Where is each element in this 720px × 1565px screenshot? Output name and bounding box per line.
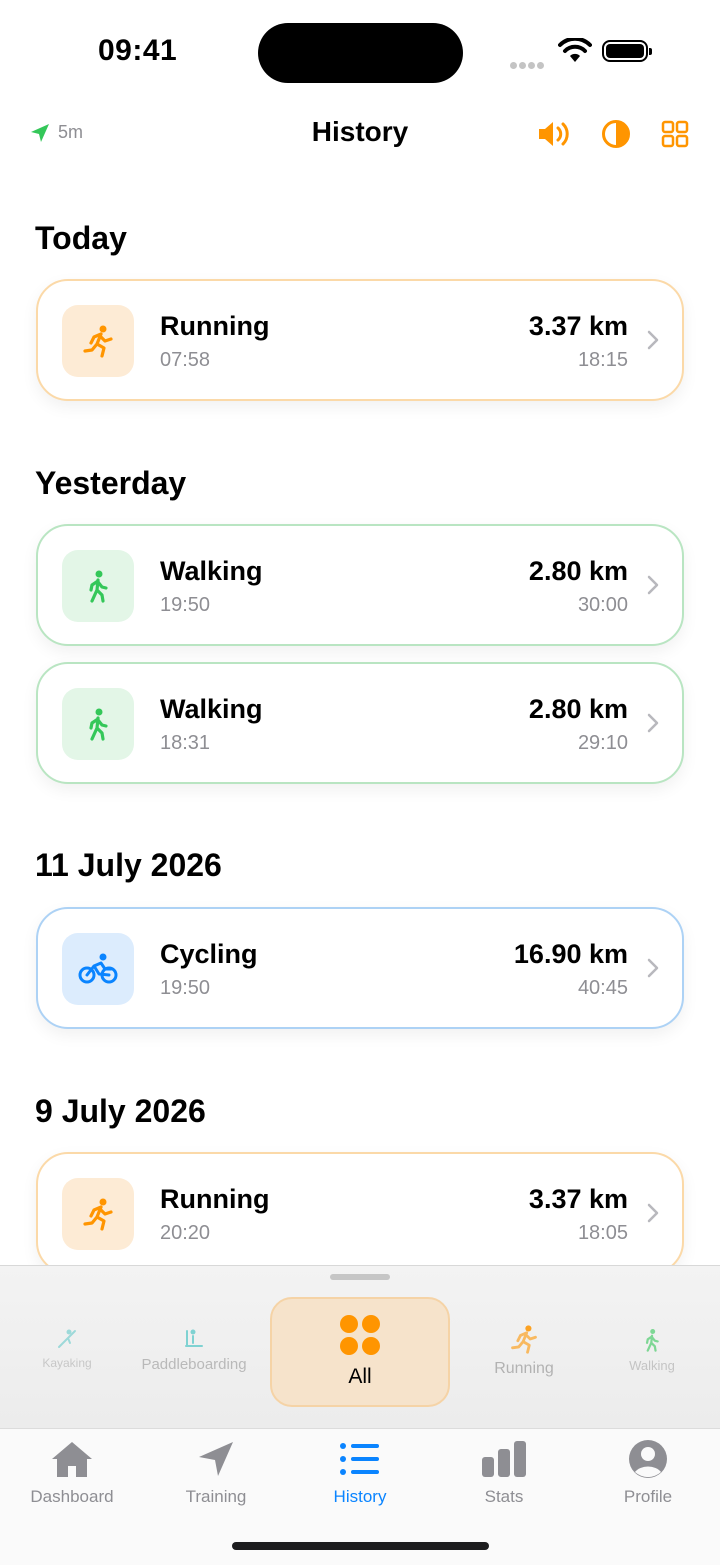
filter-label: Kayaking	[42, 1356, 92, 1370]
cellular-signal-icon	[510, 56, 546, 74]
chevron-right-icon	[647, 575, 659, 595]
activity-card[interactable]: Walking 18:31 2.80 km 29:10	[36, 662, 684, 784]
section-title: Today	[35, 220, 127, 256]
tab-label: Profile	[623, 1487, 673, 1506]
activity-name: Walking	[160, 556, 263, 586]
activity-distance: 3.37 km	[528, 311, 628, 341]
activity-duration: 18:05	[577, 1222, 628, 1244]
location-arrow-icon	[199, 1442, 233, 1476]
filter-label: Running	[494, 1360, 554, 1377]
cycling-icon	[78, 953, 118, 984]
activity-card[interactable]: Cycling 19:50 16.90 km 40:45	[36, 907, 684, 1029]
tab-label: Training	[185, 1487, 247, 1506]
activity-time: 19:50	[160, 977, 211, 999]
tab-label: History	[333, 1487, 387, 1506]
tray-grabber[interactable]	[330, 1274, 390, 1280]
bar-chart-icon	[482, 1441, 526, 1477]
activity-time: 20:20	[160, 1222, 211, 1244]
activity-duration: 18:15	[577, 349, 628, 371]
activity-name: Running	[160, 1184, 270, 1214]
activity-icon-box	[62, 1178, 134, 1250]
status-bar: 09:41	[0, 0, 720, 100]
activity-duration: 40:45	[577, 977, 628, 999]
activity-name: Running	[160, 311, 270, 341]
activity-name: Cycling	[160, 939, 258, 969]
running-icon	[83, 325, 113, 358]
kayaking-icon	[58, 1329, 76, 1348]
battery-icon	[602, 40, 652, 62]
section-title: 11 July 2026	[35, 847, 222, 883]
walking-icon	[89, 570, 108, 603]
filter-label: Paddleboarding	[141, 1356, 247, 1373]
activity-icon-box	[62, 550, 134, 622]
chevron-right-icon	[647, 958, 659, 978]
home-indicator	[232, 1542, 489, 1550]
filter-kayaking[interactable]: Kayaking	[22, 1328, 112, 1370]
activity-time: 19:50	[160, 594, 211, 616]
history-list[interactable]: Today Running 07:58 3.37 km 18:15 Yester…	[0, 166, 720, 1266]
tab-dashboard[interactable]: Dashboard	[0, 1439, 144, 1507]
filter-walking[interactable]: Walking	[612, 1328, 692, 1373]
tab-label: Stats	[484, 1487, 524, 1506]
activity-distance: 2.80 km	[528, 694, 628, 724]
filter-running[interactable]: Running	[474, 1324, 574, 1378]
sound-toggle-button[interactable]	[537, 117, 571, 151]
person-circle-icon	[629, 1440, 667, 1478]
activity-card[interactable]: Running 20:20 3.37 km 18:05	[36, 1152, 684, 1266]
running-icon	[83, 1198, 113, 1231]
top-bar: 5m History	[0, 100, 720, 166]
tab-profile[interactable]: Profile	[576, 1439, 720, 1507]
status-time: 09:41	[98, 34, 178, 67]
grid-icon	[661, 120, 689, 148]
activity-card[interactable]: Walking 19:50 2.80 km 30:00	[36, 524, 684, 646]
activity-duration: 29:10	[577, 732, 628, 754]
chevron-right-icon	[647, 1203, 659, 1223]
list-icon	[340, 1443, 379, 1475]
activity-icon-box	[62, 688, 134, 760]
chevron-right-icon	[647, 713, 659, 733]
wifi-icon	[558, 36, 592, 69]
section-title: 9 July 2026	[35, 1093, 206, 1129]
running-icon	[511, 1325, 537, 1354]
tab-stats[interactable]: Stats	[432, 1439, 576, 1507]
filter-all[interactable]: All	[270, 1297, 450, 1407]
dynamic-island	[258, 23, 463, 83]
activity-distance: 3.37 km	[528, 1184, 628, 1214]
tab-history[interactable]: History	[288, 1439, 432, 1507]
section-title: Yesterday	[35, 465, 187, 501]
filter-label: All	[348, 1365, 372, 1388]
tab-training[interactable]: Training	[144, 1439, 288, 1507]
contrast-icon	[602, 120, 630, 148]
all-grid-icon	[340, 1315, 380, 1355]
appearance-toggle-button[interactable]	[599, 117, 633, 151]
activity-distance: 16.90 km	[513, 939, 628, 969]
activity-duration: 30:00	[577, 594, 628, 616]
walking-icon	[89, 708, 108, 741]
walking-icon	[645, 1329, 659, 1352]
chevron-right-icon	[647, 330, 659, 350]
layout-grid-button[interactable]	[658, 117, 692, 151]
tab-label: Dashboard	[30, 1487, 114, 1506]
activity-time: 18:31	[160, 732, 211, 754]
filter-paddleboarding[interactable]: Paddleboarding	[134, 1328, 254, 1373]
filter-label: Walking	[629, 1358, 675, 1373]
paddleboarding-icon	[185, 1329, 203, 1347]
activity-icon-box	[62, 933, 134, 1005]
activity-distance: 2.80 km	[528, 556, 628, 586]
activity-filter-tray: Kayaking Paddleboarding All Running Walk…	[0, 1265, 720, 1428]
speaker-icon	[539, 122, 569, 146]
house-icon	[52, 1442, 92, 1477]
activity-time: 07:58	[160, 349, 211, 371]
activity-name: Walking	[160, 694, 263, 724]
activity-icon-box	[62, 305, 134, 377]
activity-card[interactable]: Running 07:58 3.37 km 18:15	[36, 279, 684, 401]
